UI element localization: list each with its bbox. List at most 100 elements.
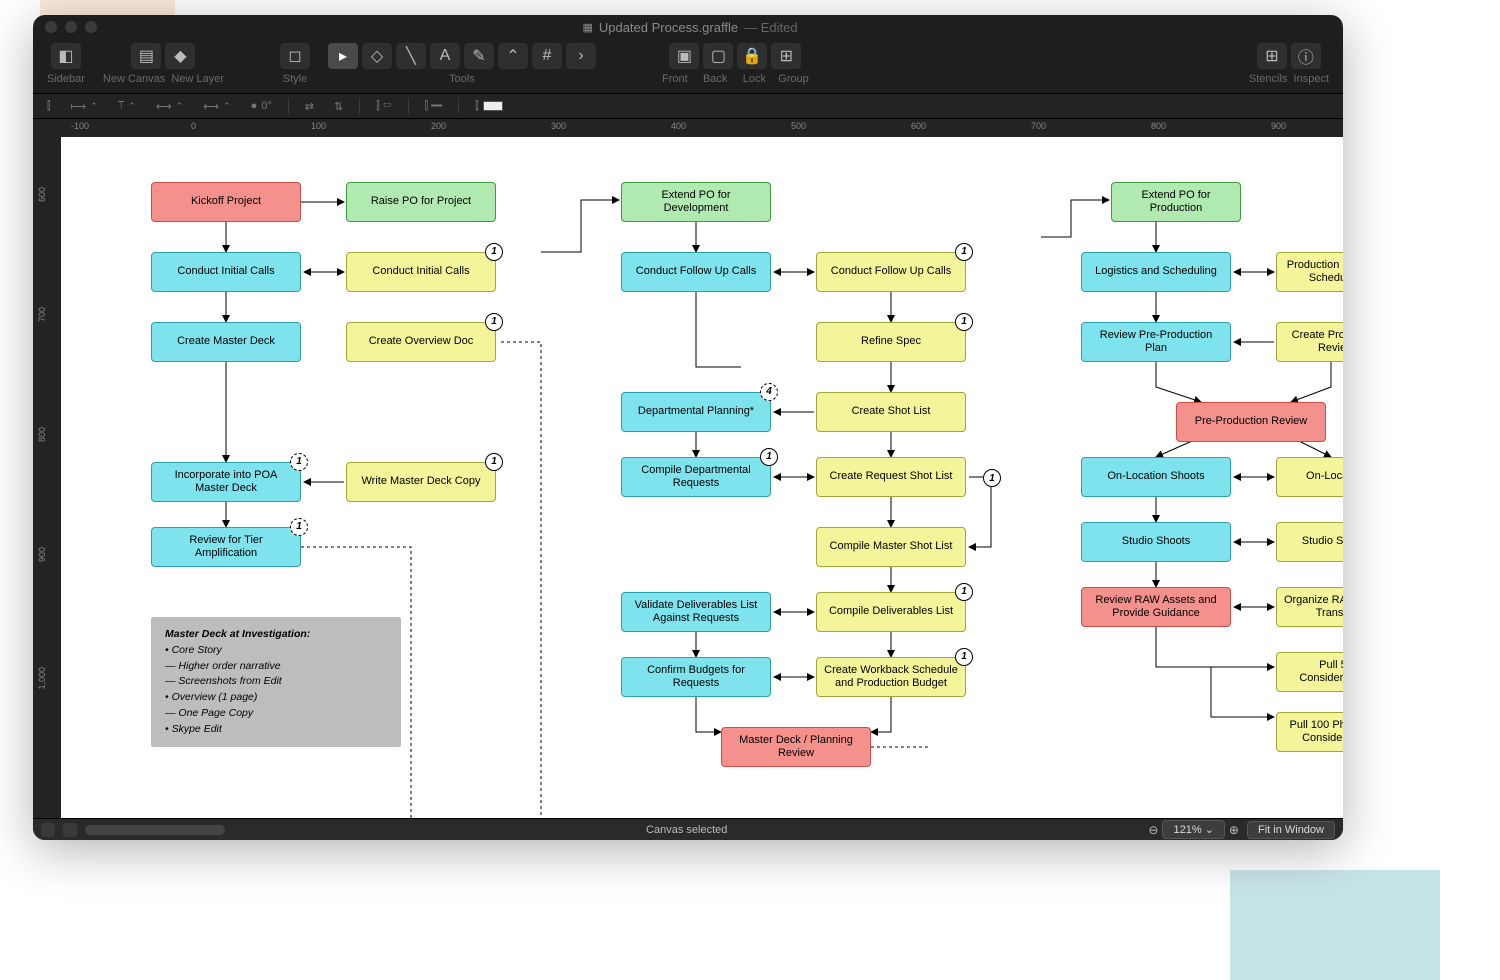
stroke-style[interactable]: ⫿ ▭ (372, 100, 395, 113)
node-compile-master-shot[interactable]: Compile Master Shot List (816, 527, 966, 567)
canvas-viewport[interactable]: Kickoff Project Raise PO for Project Con… (61, 137, 1343, 818)
sidebar-toggle[interactable]: ◧ (51, 43, 81, 69)
node-review-tier[interactable]: Review for Tier Amplification1 (151, 527, 301, 567)
point-tool[interactable]: ⌃ (498, 43, 528, 69)
node-master-deck[interactable]: Create Master Deck (151, 322, 301, 362)
node-studio[interactable]: Studio Shoots (1081, 522, 1231, 562)
new-layer-button[interactable]: ◆ (165, 43, 195, 69)
node-refine-spec[interactable]: Refine Spec1 (816, 322, 966, 362)
resize-handle[interactable] (41, 823, 55, 837)
note-title: Master Deck at Investigation: (165, 627, 387, 643)
guides-icon[interactable]: ⫿ (43, 100, 55, 113)
node-extend-po-dev[interactable]: Extend PO for Development (621, 182, 771, 222)
node-preprod-review[interactable]: Pre-Production Review (1176, 402, 1326, 442)
node-label: Incorporate into POA Master Deck (158, 469, 294, 495)
ruler-tick: 200 (431, 121, 446, 131)
line-style[interactable]: ⫿ ━ (421, 100, 447, 113)
node-incorporate-poa[interactable]: Incorporate into POA Master Deck1 (151, 462, 301, 502)
front-button[interactable]: ▣ (669, 43, 699, 69)
note-line: — One Page Copy (165, 706, 387, 722)
traffic-lights[interactable] (45, 21, 97, 33)
node-label: On-Location (1306, 470, 1343, 483)
node-extend-po-prod[interactable]: Extend PO for Production (1111, 182, 1241, 222)
spacing-control[interactable]: ⟼ ⌃ (67, 100, 102, 113)
lock-button[interactable]: 🔒 (737, 43, 767, 69)
back-button[interactable]: ▢ (703, 43, 733, 69)
ruler-tick: 100 (311, 121, 326, 131)
width-control[interactable]: ⟷ ⌃ (152, 100, 187, 113)
align-control[interactable]: ⟙ ⌃ (114, 100, 140, 113)
node-compile-deliv[interactable]: Compile Deliverables List1 (816, 592, 966, 632)
ruler-horizontal[interactable]: -100 0 100 200 300 400 500 600 700 800 9… (61, 119, 1343, 137)
node-studio-y[interactable]: Studio Shoots (1276, 522, 1343, 562)
node-create-req-shot[interactable]: Create Request Shot List (816, 457, 966, 497)
window-title: Updated Process.graffle (599, 20, 738, 35)
scrollbar[interactable] (85, 825, 225, 835)
node-write-copy[interactable]: Write Master Deck Copy1 (346, 462, 496, 502)
rotation-value: 0° (261, 100, 272, 112)
node-create-shot[interactable]: Create Shot List (816, 392, 966, 432)
node-initial-calls[interactable]: Conduct Initial Calls (151, 252, 301, 292)
node-followup[interactable]: Conduct Follow Up Calls (621, 252, 771, 292)
node-dept-planning[interactable]: Departmental Planning*4 (621, 392, 771, 432)
note-line: • Skype Edit (165, 722, 387, 738)
node-prod-log[interactable]: Production Logistics Scheduling (1276, 252, 1343, 292)
node-label: Pull 100 Photos for Consideration (1283, 719, 1343, 745)
node-confirm-budget[interactable]: Confirm Budgets for Requests (621, 657, 771, 697)
node-pull-100[interactable]: Pull 100 Photos for Consideration (1276, 712, 1343, 752)
toolbar-label: Stencils (1249, 73, 1288, 85)
height-control[interactable]: ⟷ ⌃ (199, 100, 234, 113)
grid-tool[interactable]: # (532, 43, 562, 69)
node-pull-50[interactable]: Pull 50 Considerations (1276, 652, 1343, 692)
ruler-corner (33, 119, 61, 137)
fit-window-button[interactable]: Fit in Window (1247, 821, 1335, 839)
rotation-control[interactable]: ● 0° (247, 100, 276, 112)
node-compile-dept[interactable]: Compile Departmental Requests1 (621, 457, 771, 497)
pen-tool[interactable]: ✎ (464, 43, 494, 69)
node-organize-raw[interactable]: Organize RAW Order Transfer (1276, 587, 1343, 627)
node-review-raw[interactable]: Review RAW Assets and Provide Guidance (1081, 587, 1231, 627)
node-logistics[interactable]: Logistics and Scheduling (1081, 252, 1231, 292)
stencils-button[interactable]: ⊞ (1257, 43, 1287, 69)
shape-tool[interactable]: ◇ (362, 43, 392, 69)
node-overview-doc[interactable]: Create Overview Doc1 (346, 322, 496, 362)
line-tool[interactable]: ╲ (396, 43, 426, 69)
node-kickoff[interactable]: Kickoff Project (151, 182, 301, 222)
annotation-note[interactable]: Master Deck at Investigation: • Core Sto… (151, 617, 401, 747)
node-label: Create Shot List (852, 405, 931, 418)
node-label: Create Overview Doc (369, 335, 474, 348)
text-tool[interactable]: A (430, 43, 460, 69)
flip-v[interactable]: ⇅ (330, 100, 347, 113)
selection-tool[interactable]: ▸ (328, 43, 358, 69)
node-master-review[interactable]: Master Deck / Planning Review (721, 727, 871, 767)
inspect-button[interactable]: ⓘ (1291, 43, 1321, 69)
fill-style[interactable]: ⫿ (471, 100, 507, 113)
toolbar-label: Lock (743, 73, 766, 85)
node-onloc[interactable]: On-Location Shoots (1081, 457, 1231, 497)
node-label: Raise PO for Project (371, 195, 471, 208)
node-review-preprod[interactable]: Review Pre-Production Plan (1081, 322, 1231, 362)
more-tools[interactable]: › (566, 43, 596, 69)
zoom-level[interactable]: 121% ⌄ (1162, 820, 1224, 839)
group-button[interactable]: ⊞ (771, 43, 801, 69)
toolbar-label: Front (662, 73, 688, 85)
node-create-workback[interactable]: Create Workback Schedule and Production … (816, 657, 966, 697)
node-onloc-y[interactable]: On-Location (1276, 457, 1343, 497)
flip-h[interactable]: ⇄ (301, 100, 318, 113)
new-canvas-button[interactable]: ▤ (131, 43, 161, 69)
node-initial-calls-y[interactable]: Conduct Initial Calls1 (346, 252, 496, 292)
zoom-in-icon[interactable]: ⊕ (1229, 823, 1239, 837)
canvas[interactable]: Kickoff Project Raise PO for Project Con… (61, 137, 1343, 818)
node-create-prod-review[interactable]: Create Production Review (1276, 322, 1343, 362)
node-validate-deliv[interactable]: Validate Deliverables List Against Reque… (621, 592, 771, 632)
zoom-out-icon[interactable]: ⊖ (1148, 823, 1158, 837)
nav-button[interactable] (63, 823, 77, 837)
toolbar: ◧ Sidebar ▤ ◆ New Canvas New Layer ◻ Sty… (33, 39, 1343, 93)
style-button[interactable]: ◻ (280, 43, 310, 69)
node-followup-y[interactable]: Conduct Follow Up Calls1 (816, 252, 966, 292)
node-label: Production Logistics Scheduling (1283, 259, 1343, 285)
node-raise-po[interactable]: Raise PO for Project (346, 182, 496, 222)
ruler-vertical[interactable]: 600 700 800 900 1,000 (33, 137, 61, 818)
node-label: Create Workback Schedule and Production … (823, 664, 959, 690)
toolbar-label: Sidebar (47, 73, 85, 85)
